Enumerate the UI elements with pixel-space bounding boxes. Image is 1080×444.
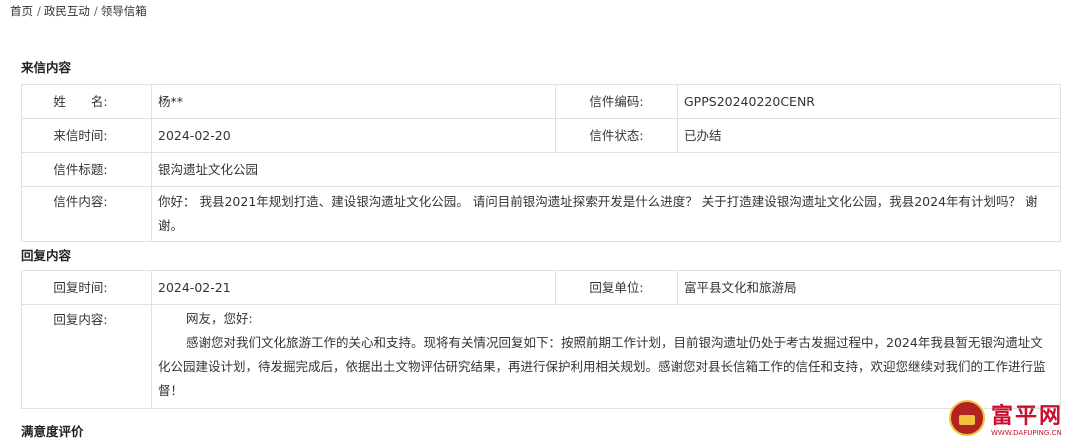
reply-content-value: 网友，您好: 感谢您对我们文化旅游工作的关心和支持。现将有关情况回复如下：按照前… — [151, 304, 1061, 409]
reply-time-label: 回复时间: — [21, 270, 152, 305]
reply-time-value: 2024-02-21 — [151, 270, 556, 305]
table-row: 来信时间: 2024-02-20 信件状态: 已办结 — [21, 118, 1061, 153]
code-value: GPPS20240220CENR — [677, 84, 1061, 119]
satisfaction-section-title: 满意度评价 — [21, 424, 84, 439]
letter-title-label: 信件标题: — [21, 152, 152, 187]
letter-time-label: 来信时间: — [21, 118, 152, 153]
name-label: 姓 名: — [21, 84, 152, 119]
reply-content-label: 回复内容: — [21, 304, 152, 409]
reply-greeting: 网友，您好: — [186, 311, 253, 326]
letter-content-value: 你好： 我县2021年规划打造、建设银沟遗址文化公园。 请问目前银沟遗址探索开发… — [151, 186, 1061, 242]
name-value: 杨** — [151, 84, 556, 119]
table-row: 姓 名: 杨** 信件编码: GPPS20240220CENR — [21, 84, 1061, 119]
watermark-brand: 富平网 — [991, 404, 1064, 429]
breadcrumb-separator: / — [93, 4, 98, 18]
reply-unit-label: 回复单位: — [555, 270, 678, 305]
code-label: 信件编码: — [555, 84, 678, 119]
watermark-url: WWW.DAFUPING.CN — [991, 429, 1062, 437]
breadcrumb: 首页 / 政民互动 / 领导信箱 — [10, 3, 147, 19]
city-gate-icon — [949, 400, 985, 436]
table-row: 回复时间: 2024-02-21 回复单位: 富平县文化和旅游局 — [21, 270, 1061, 305]
table-row: 信件内容: 你好： 我县2021年规划打造、建设银沟遗址文化公园。 请问目前银沟… — [21, 186, 1061, 242]
breadcrumb-interaction-link[interactable]: 政民互动 — [44, 4, 90, 18]
reply-section-title: 回复内容 — [21, 248, 72, 263]
breadcrumb-mailbox-link[interactable]: 领导信箱 — [101, 4, 147, 18]
breadcrumb-home-link[interactable]: 首页 — [10, 4, 33, 18]
letter-info-table: 姓 名: 杨** 信件编码: GPPS20240220CENR 来信时间: 20… — [21, 84, 1061, 242]
reply-body-text: 感谢您对我们文化旅游工作的关心和支持。现将有关情况回复如下：按照前期工作计划，目… — [158, 335, 1046, 398]
letter-title-value: 银沟遗址文化公园 — [151, 152, 1061, 187]
watermark-logo: 富平网 WWW.DAFUPING.CN — [949, 398, 1074, 442]
table-row: 回复内容: 网友，您好: 感谢您对我们文化旅游工作的关心和支持。现将有关情况回复… — [21, 304, 1061, 409]
reply-unit-value: 富平县文化和旅游局 — [677, 270, 1061, 305]
reply-info-table: 回复时间: 2024-02-21 回复单位: 富平县文化和旅游局 回复内容: 网… — [21, 270, 1061, 409]
letter-content-label: 信件内容: — [21, 186, 152, 242]
breadcrumb-separator: / — [37, 4, 41, 18]
status-label: 信件状态: — [555, 118, 678, 153]
table-row: 信件标题: 银沟遗址文化公园 — [21, 152, 1061, 187]
letter-time-value: 2024-02-20 — [151, 118, 556, 153]
letter-section-title: 来信内容 — [21, 60, 72, 75]
status-value: 已办结 — [677, 118, 1061, 153]
